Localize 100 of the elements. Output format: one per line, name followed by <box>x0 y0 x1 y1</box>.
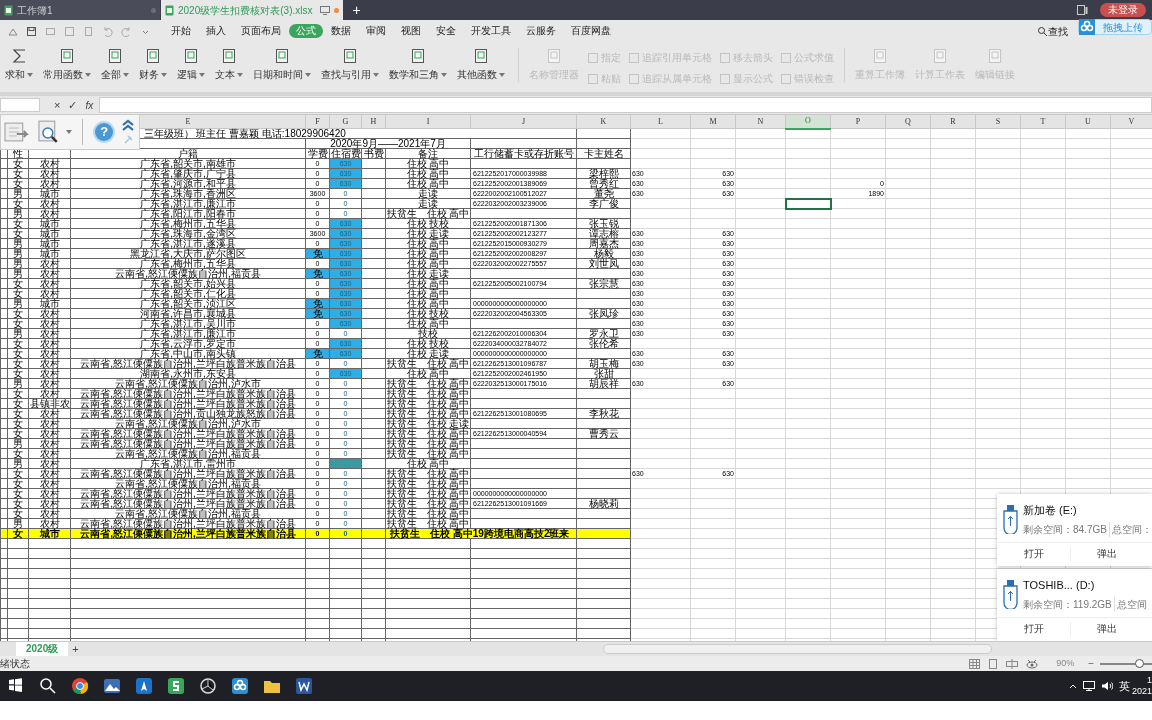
arrow-app-icon[interactable] <box>134 676 154 696</box>
network-icon[interactable] <box>1083 681 1095 691</box>
table-cell: 女 <box>13 468 23 479</box>
menu-tab[interactable]: 视图 <box>394 24 428 38</box>
cancel-button[interactable]: × <box>54 96 61 114</box>
column-header[interactable]: O <box>805 116 811 126</box>
open-button[interactable]: 打开 <box>997 546 1070 561</box>
save-icon[interactable] <box>26 25 37 37</box>
menu-tab[interactable]: 百度网盘 <box>564 24 618 38</box>
function-book-icon <box>184 48 198 64</box>
table-cell: 走读 <box>418 188 438 199</box>
table-cell: 女 <box>13 488 23 499</box>
column-header[interactable]: H <box>370 116 377 126</box>
menu-tab[interactable]: 开始 <box>164 24 198 38</box>
search-button[interactable]: 查找 <box>1038 23 1068 39</box>
confirm-button[interactable]: ✓ <box>68 96 78 114</box>
column-header[interactable]: L <box>658 116 663 126</box>
active-cell[interactable] <box>785 198 831 209</box>
ribbon-button[interactable]: 求和 <box>0 48 38 82</box>
menu-tab[interactable]: 页面布局 <box>234 24 288 38</box>
ribbon-button[interactable]: 逻辑 <box>172 48 210 82</box>
column-label: 备注 <box>385 148 471 159</box>
table-cell: 农村 <box>39 318 60 329</box>
ribbon-button[interactable]: 全部 <box>96 48 134 82</box>
open-button[interactable]: 打开 <box>997 621 1070 636</box>
new-tab-button[interactable]: + <box>344 0 369 20</box>
column-header[interactable]: U <box>1085 116 1091 126</box>
slider-thumb[interactable] <box>1135 658 1144 668</box>
column-header[interactable]: Q <box>905 116 911 126</box>
ribbon-button[interactable]: 其他函数 <box>452 48 510 82</box>
column-header[interactable]: S <box>995 116 1001 126</box>
page-break-icon[interactable] <box>1006 658 1019 669</box>
zoom-slider[interactable] <box>1100 662 1152 665</box>
table-cell: 农村 <box>39 288 60 299</box>
cloud-app-icon[interactable] <box>230 676 250 696</box>
ribbon-button[interactable]: 常用函数 <box>38 48 96 82</box>
function-book-icon <box>275 48 289 64</box>
eject-button[interactable]: 弹出 <box>1070 546 1143 561</box>
horizontal-scrollbar[interactable] <box>602 644 992 654</box>
column-header[interactable]: M <box>709 116 717 126</box>
add-sheet-button[interactable]: + <box>68 642 83 656</box>
table-cell: 住校 高中 <box>406 368 450 379</box>
column-header[interactable]: F <box>315 116 320 126</box>
column-header[interactable]: I <box>426 116 430 126</box>
column-header[interactable]: K <box>600 116 607 126</box>
table-cell: 广东省,珠海市,金湾区 <box>140 228 236 239</box>
eye-icon[interactable] <box>1026 658 1039 669</box>
column-header[interactable]: V <box>1128 116 1135 126</box>
table-cell: 扶贫生 住校 高中 <box>386 388 470 399</box>
mountain-app-icon[interactable] <box>102 676 122 696</box>
eject-button[interactable]: 弹出 <box>1070 621 1143 636</box>
table-cell: 农村 <box>39 428 60 439</box>
table-cell: 城市 <box>39 528 60 539</box>
menu-tab[interactable]: 审阅 <box>359 24 393 38</box>
table-cell: 男 <box>13 248 23 259</box>
table-cell: 农村 <box>39 208 60 219</box>
function-book-icon <box>146 48 160 64</box>
formula-input[interactable] <box>99 97 1152 113</box>
menu-tab[interactable]: 插入 <box>199 24 233 38</box>
normal-view-icon[interactable] <box>969 658 981 669</box>
chevron-up-icon[interactable] <box>1069 683 1077 689</box>
column-header[interactable]: E <box>185 116 191 126</box>
sheet-tab[interactable]: 2020级 <box>16 642 69 656</box>
file-tab[interactable]: 工作簿1 <box>0 0 160 20</box>
ribbon-button[interactable]: 查找与引用 <box>316 48 384 82</box>
menu-tab[interactable]: 数据 <box>324 24 358 38</box>
ribbon-button[interactable]: 数学和三角 <box>384 48 452 82</box>
column-header[interactable]: R <box>950 116 956 126</box>
ribbon-button[interactable]: 财务 <box>134 48 172 82</box>
word-app-icon[interactable] <box>294 676 314 696</box>
table-cell: 住校 高中 <box>406 458 450 469</box>
zoom-out-button[interactable]: − <box>1088 656 1094 671</box>
collapse-icon[interactable] <box>121 118 135 132</box>
menu-tab[interactable]: 开发工具 <box>464 24 518 38</box>
clock-date[interactable]: 2021 <box>1131 686 1152 697</box>
menu-tab[interactable]: 云服务 <box>519 24 563 38</box>
column-header[interactable]: J <box>521 116 526 126</box>
table-cell: 刘世凤 <box>588 258 619 269</box>
ribbon-button[interactable]: 日期和时间 <box>248 48 316 82</box>
login-button[interactable]: 未登录 <box>1100 3 1146 17</box>
menu-tab[interactable]: 安全 <box>429 24 463 38</box>
table-cell: 曹秀云 <box>588 428 619 439</box>
column-header[interactable]: N <box>757 116 764 126</box>
input-method-button[interactable]: 英 <box>1119 677 1130 695</box>
clock-time[interactable]: 1 <box>1147 675 1152 686</box>
volume-icon[interactable] <box>1101 681 1113 691</box>
table-cell: 县镇非农 <box>29 398 70 409</box>
search-icon[interactable] <box>38 676 58 696</box>
browser-icon[interactable] <box>70 676 90 696</box>
export-document-icon[interactable] <box>3 119 31 145</box>
table-cell: 周嘉杰 <box>588 238 619 249</box>
table-cell: 广东省,韶关市,始兴县 <box>140 278 236 289</box>
column-header[interactable]: T <box>1040 116 1046 126</box>
column-header[interactable]: P <box>855 116 861 126</box>
spreadsheet-app-icon[interactable] <box>166 676 186 696</box>
column-header[interactable]: G <box>342 116 349 126</box>
table-cell: 扶贫生 住校 高中 <box>386 448 470 459</box>
page-view-icon[interactable] <box>988 658 999 669</box>
function-button[interactable]: fx <box>85 97 94 113</box>
ribbon-button[interactable]: 文本 <box>210 48 248 82</box>
